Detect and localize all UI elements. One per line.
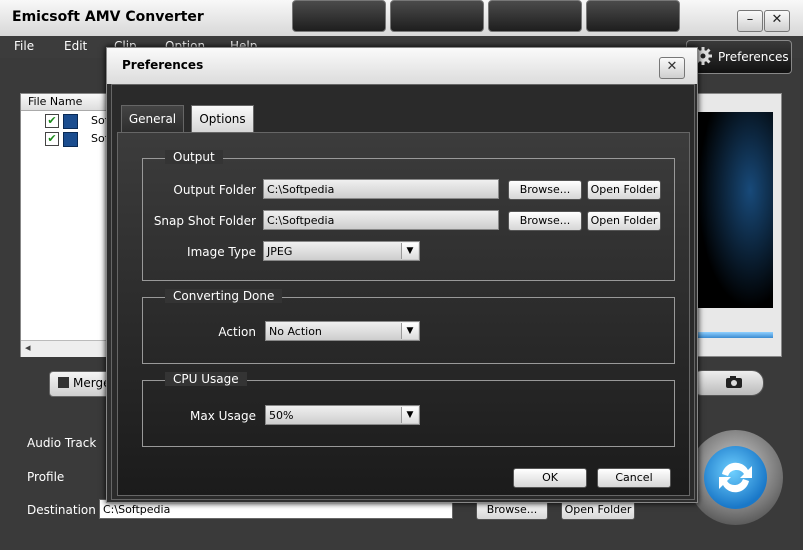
- converting-done-group: Converting Done Action No Action ▼: [142, 289, 675, 364]
- tab-options[interactable]: Options: [191, 105, 254, 134]
- output-folder-input[interactable]: C:\Softpedia: [263, 179, 499, 199]
- toolbar-button-4[interactable]: [586, 0, 680, 32]
- cancel-button[interactable]: Cancel: [597, 468, 671, 488]
- output-folder-label: Output Folder: [173, 183, 256, 197]
- close-button[interactable]: ✕: [764, 10, 790, 32]
- toolbar-button-2[interactable]: [390, 0, 484, 32]
- convert-icon: [704, 446, 767, 509]
- snapshot-control[interactable]: [690, 370, 764, 396]
- browse-button[interactable]: Browse...: [476, 500, 548, 520]
- preview-screen: [697, 112, 773, 308]
- chevron-down-icon[interactable]: ▼: [401, 323, 418, 339]
- scroll-left-icon[interactable]: ◂: [25, 341, 31, 354]
- snapshot-open-folder-button[interactable]: Open Folder: [587, 211, 661, 231]
- app-title: Emicsoft AMV Converter: [12, 9, 204, 25]
- snapshot-folder-label: Snap Shot Folder: [153, 214, 256, 228]
- dialog-title-bar: Preferences ✕: [107, 48, 697, 84]
- open-folder-button[interactable]: Open Folder: [561, 500, 635, 520]
- action-value: No Action: [269, 325, 322, 338]
- dialog-title: Preferences: [122, 58, 204, 72]
- preview-progress: [697, 332, 773, 338]
- chevron-down-icon[interactable]: ▼: [401, 407, 418, 423]
- merge-icon: [58, 377, 69, 388]
- max-usage-select[interactable]: 50% ▼: [265, 405, 420, 425]
- audio-track-label: Audio Track: [27, 436, 97, 450]
- profile-label: Profile: [27, 470, 65, 484]
- max-usage-value: 50%: [269, 409, 294, 422]
- merge-label: Merge: [73, 376, 111, 390]
- image-type-value: JPEG: [267, 245, 293, 258]
- output-browse-button[interactable]: Browse...: [508, 180, 582, 200]
- tab-general[interactable]: General: [121, 105, 184, 134]
- converting-done-group-label: Converting Done: [165, 289, 283, 303]
- dialog-close-button[interactable]: ✕: [659, 57, 685, 79]
- output-group-label: Output: [165, 150, 223, 164]
- checkbox[interactable]: ✔: [45, 114, 59, 128]
- preferences-label: Preferences: [718, 50, 789, 64]
- toolbar-button-3[interactable]: [488, 0, 582, 32]
- menu-edit[interactable]: Edit: [64, 39, 87, 53]
- camera-icon[interactable]: [725, 375, 743, 389]
- snapshot-browse-button[interactable]: Browse...: [508, 211, 582, 231]
- general-tab-panel: Output Output Folder C:\Softpedia Browse…: [117, 132, 690, 496]
- menu-file[interactable]: File: [14, 39, 34, 53]
- convert-button[interactable]: [688, 430, 783, 525]
- dialog-body: General Options Output Output Folder C:\…: [111, 84, 695, 500]
- action-label: Action: [218, 325, 256, 339]
- image-type-select[interactable]: JPEG ▼: [263, 241, 420, 261]
- toolbar-button-1[interactable]: [292, 0, 386, 32]
- column-file-name: File Name: [28, 95, 83, 108]
- preferences-dialog: Preferences ✕ General Options Output Out…: [106, 47, 698, 503]
- cpu-usage-group: CPU Usage Max Usage 50% ▼: [142, 372, 675, 447]
- minimize-button[interactable]: –: [737, 10, 763, 32]
- checkbox[interactable]: ✔: [45, 132, 59, 146]
- output-group: Output Output Folder C:\Softpedia Browse…: [142, 150, 675, 281]
- cpu-usage-group-label: CPU Usage: [165, 372, 247, 386]
- chevron-down-icon[interactable]: ▼: [401, 243, 418, 259]
- ok-button[interactable]: OK: [513, 468, 587, 488]
- max-usage-label: Max Usage: [189, 409, 256, 423]
- action-select[interactable]: No Action ▼: [265, 321, 420, 341]
- preferences-button[interactable]: Preferences: [686, 40, 792, 74]
- output-open-folder-button[interactable]: Open Folder: [587, 180, 661, 200]
- snapshot-folder-input[interactable]: C:\Softpedia: [263, 210, 499, 230]
- image-type-label: Image Type: [187, 245, 256, 259]
- video-file-icon: [63, 132, 78, 147]
- destination-label: Destination: [27, 503, 96, 517]
- preview-panel: [690, 93, 782, 357]
- video-file-icon: [63, 114, 78, 129]
